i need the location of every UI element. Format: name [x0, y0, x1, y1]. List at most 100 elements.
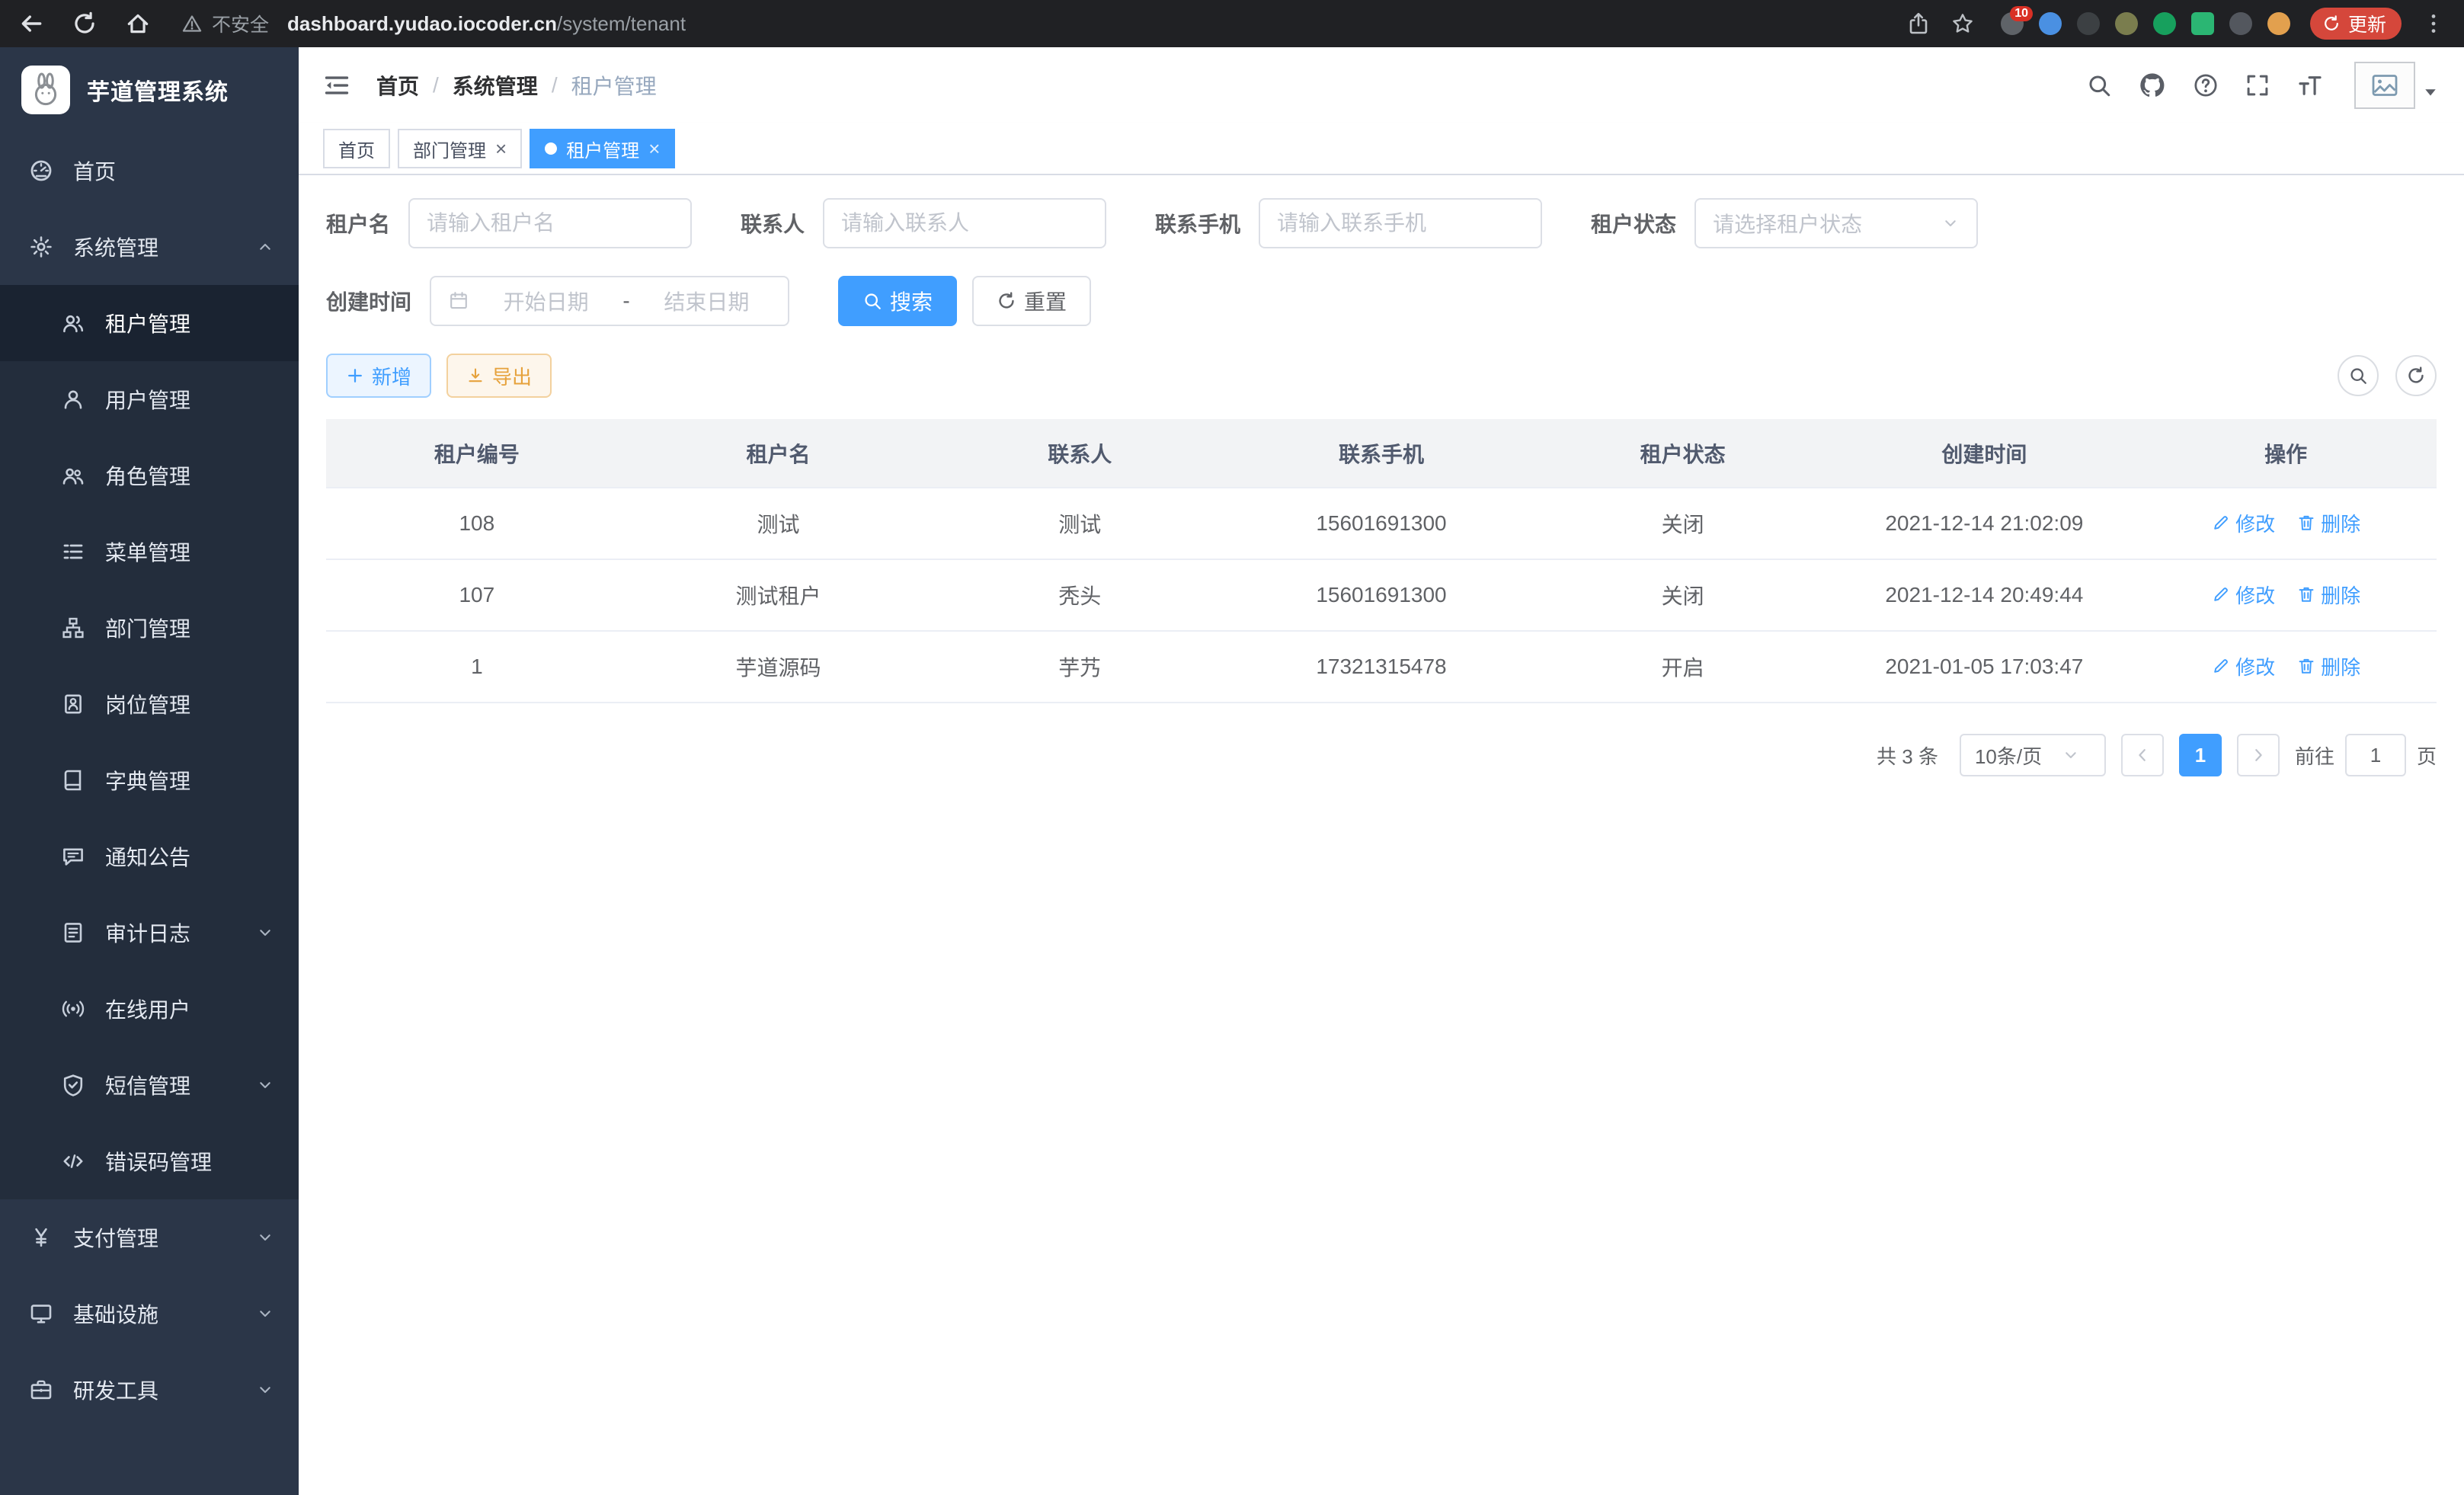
edit-icon — [2211, 513, 2231, 533]
sidebar-item-menu[interactable]: 菜单管理 — [0, 514, 299, 590]
add-button[interactable]: 新增 — [326, 354, 431, 398]
select-placeholder: 请选择租户状态 — [1713, 208, 1932, 238]
fullscreen-icon[interactable] — [2245, 72, 2270, 98]
tab-home[interactable]: 首页 — [323, 129, 390, 168]
user-avatar-menu[interactable] — [2354, 62, 2440, 109]
breadcrumb-item[interactable]: 首页 — [376, 70, 419, 101]
toggle-search-button[interactable] — [2338, 355, 2379, 396]
download-icon — [466, 367, 485, 385]
cell-created: 2021-12-14 20:49:44 — [1834, 559, 2136, 631]
update-button[interactable]: 更新 — [2310, 8, 2402, 40]
font-size-icon[interactable] — [2296, 72, 2324, 99]
sidebar-item-dev-tool[interactable]: 研发工具 — [0, 1352, 299, 1428]
date-range-picker[interactable]: 开始日期 - 结束日期 — [430, 276, 789, 326]
page-size-select[interactable]: 10条/页 — [1960, 734, 2106, 776]
export-button[interactable]: 导出 — [446, 354, 552, 398]
delete-link[interactable]: 删除 — [2296, 509, 2360, 537]
page-1-button[interactable]: 1 — [2179, 734, 2222, 776]
sms-icon — [61, 1073, 85, 1097]
refresh-table-button[interactable] — [2395, 355, 2437, 396]
extension-icon-3[interactable] — [2077, 12, 2100, 35]
close-icon[interactable]: × — [648, 139, 660, 158]
sidebar-item-user[interactable]: 用户管理 — [0, 361, 299, 437]
reset-button[interactable]: 重置 — [972, 276, 1091, 326]
caret-down-icon — [2421, 83, 2440, 101]
home-icon[interactable] — [125, 11, 151, 37]
sidebar-item-tenant[interactable]: 租户管理 — [0, 285, 299, 361]
tenant-status-select[interactable]: 请选择租户状态 — [1694, 198, 1978, 248]
dashboard-icon — [29, 158, 53, 183]
sidebar-item-dict[interactable]: 字典管理 — [0, 742, 299, 818]
reload-icon[interactable] — [72, 11, 98, 37]
edit-link[interactable]: 修改 — [2211, 509, 2275, 537]
sidebar-item-audit-log[interactable]: 审计日志 — [0, 895, 299, 971]
sidebar-item-pay[interactable]: 支付管理 — [0, 1199, 299, 1276]
cell-created: 2021-01-05 17:03:47 — [1834, 631, 2136, 703]
page-suffix-label: 页 — [2417, 741, 2437, 770]
prev-page-button[interactable] — [2121, 734, 2164, 776]
column-header: 操作 — [2135, 419, 2437, 488]
contact-name-input[interactable] — [841, 211, 1088, 235]
tab-dept[interactable]: 部门管理 × — [398, 129, 522, 168]
sidebar-item-home[interactable]: 首页 — [0, 133, 299, 209]
sidebar-item-error-code[interactable]: 错误码管理 — [0, 1123, 299, 1199]
cell-contact: 芋艿 — [929, 631, 1230, 703]
help-icon[interactable] — [2193, 72, 2219, 98]
extension-icon-8[interactable] — [2267, 12, 2290, 35]
tab-tenant[interactable]: 租户管理× — [530, 129, 675, 168]
edit-link[interactable]: 修改 — [2211, 581, 2275, 609]
sidebar-item-label: 短信管理 — [105, 1070, 190, 1100]
sidebar-item-role[interactable]: 角色管理 — [0, 437, 299, 514]
contact-phone-input[interactable] — [1277, 211, 1524, 235]
breadcrumb-item[interactable]: 系统管理 — [453, 70, 538, 101]
menu-icon — [61, 539, 85, 564]
gear-icon — [29, 235, 53, 259]
site-security[interactable]: 不安全 — [181, 10, 269, 37]
plus-icon — [346, 367, 364, 385]
sidebar-item-system[interactable]: 系统管理 — [0, 209, 299, 285]
sidebar-item-label: 字典管理 — [105, 765, 190, 796]
delete-link[interactable]: 删除 — [2296, 652, 2360, 680]
column-header: 联系人 — [929, 419, 1230, 488]
extension-icon-4[interactable] — [2115, 12, 2138, 35]
cell-status: 关闭 — [1532, 488, 1834, 559]
header-search-icon[interactable] — [2086, 72, 2112, 98]
sidebar-item-post[interactable]: 岗位管理 — [0, 666, 299, 742]
tab-label: 部门管理 — [413, 136, 486, 162]
page-content: 租户名联系人联系手机租户状态请选择租户状态 创建时间 开始日期 - 结束日期 搜… — [299, 175, 2464, 1495]
next-page-button[interactable] — [2237, 734, 2280, 776]
sidebar-fold-icon[interactable] — [323, 72, 350, 99]
tenant-icon — [61, 311, 85, 335]
bookmark-star-icon[interactable] — [1950, 11, 1975, 36]
search-icon — [862, 291, 882, 311]
github-icon[interactable] — [2138, 71, 2167, 100]
edit-link[interactable]: 修改 — [2211, 652, 2275, 680]
sidebar-item-sms[interactable]: 短信管理 — [0, 1047, 299, 1123]
extension-icon-1[interactable]: 10 — [2001, 12, 2024, 35]
sidebar-item-infra[interactable]: 基础设施 — [0, 1276, 299, 1352]
sidebar-item-notice[interactable]: 通知公告 — [0, 818, 299, 895]
extension-icon-7[interactable] — [2229, 12, 2252, 35]
navbar: 首页/系统管理/租户管理 — [299, 47, 2464, 123]
goto-page-input[interactable] — [2345, 734, 2406, 776]
sidebar-item-label: 部门管理 — [105, 613, 190, 643]
sidebar-menu: 首页系统管理租户管理用户管理角色管理菜单管理部门管理岗位管理字典管理通知公告审计… — [0, 133, 299, 1428]
delete-link[interactable]: 删除 — [2296, 581, 2360, 609]
sidebar-item-dept[interactable]: 部门管理 — [0, 590, 299, 666]
extension-icon-5[interactable] — [2153, 12, 2176, 35]
notice-icon — [61, 844, 85, 869]
close-icon[interactable]: × — [495, 139, 507, 158]
browser-menu-icon[interactable] — [2421, 11, 2446, 36]
extension-icon-6[interactable] — [2191, 12, 2214, 35]
extension-icon-2[interactable] — [2039, 12, 2062, 35]
sidebar-item-label: 用户管理 — [105, 384, 190, 415]
app-logo-row[interactable]: 芋道管理系统 — [0, 47, 299, 133]
back-icon[interactable] — [18, 11, 44, 37]
sidebar-item-label: 岗位管理 — [105, 689, 190, 719]
tenant-name-input[interactable] — [427, 211, 674, 235]
share-icon[interactable] — [1906, 11, 1931, 36]
address-bar[interactable]: dashboard.yudao.iocoder.cn/system/tenant — [287, 12, 686, 36]
search-button[interactable]: 搜索 — [838, 276, 957, 326]
search-label: 搜索 — [890, 286, 933, 316]
sidebar-item-online-user[interactable]: 在线用户 — [0, 971, 299, 1047]
